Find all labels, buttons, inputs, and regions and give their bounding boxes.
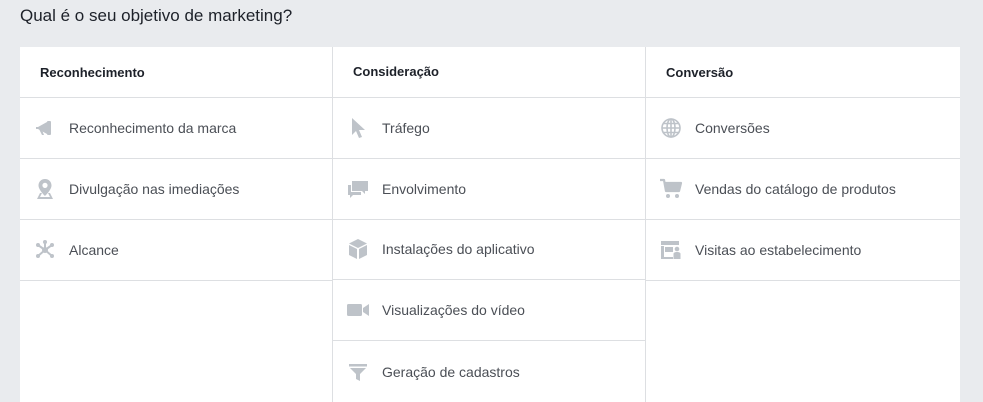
objective-engagement[interactable]: Envolvimento xyxy=(333,159,645,220)
video-camera-icon xyxy=(345,297,371,323)
column-conversion: Conversão Conversões Vendas do catálogo … xyxy=(646,47,960,402)
objective-app-installs[interactable]: Instalações do aplicativo xyxy=(333,220,645,281)
objective-lead-generation[interactable]: Geração de cadastros xyxy=(333,341,645,402)
location-pin-icon xyxy=(32,176,58,202)
objective-label: Divulgação nas imediações xyxy=(69,181,240,197)
column-header-conversion: Conversão xyxy=(646,47,960,98)
network-icon xyxy=(32,237,58,263)
objective-traffic[interactable]: Tráfego xyxy=(333,98,645,159)
store-icon xyxy=(658,237,684,263)
objective-label: Instalações do aplicativo xyxy=(382,241,535,258)
page-title: Qual é o seu objetivo de marketing? xyxy=(20,6,293,25)
objective-brand-awareness[interactable]: Reconhecimento da marca xyxy=(20,98,332,159)
objective-label: Visitas ao estabelecimento xyxy=(695,242,862,258)
globe-icon xyxy=(658,115,684,141)
objective-label: Vendas do catálogo de produtos xyxy=(695,181,896,197)
objectives-panel: Reconhecimento Reconhecimento da marca D… xyxy=(20,47,960,402)
chat-bubbles-icon xyxy=(345,176,371,202)
column-awareness: Reconhecimento Reconhecimento da marca D… xyxy=(20,47,333,402)
objective-reach[interactable]: Alcance xyxy=(20,220,332,281)
box-icon xyxy=(345,236,371,262)
megaphone-icon xyxy=(32,115,58,141)
objective-label: Envolvimento xyxy=(382,180,467,197)
objective-label: Alcance xyxy=(69,242,119,258)
shopping-cart-icon xyxy=(658,176,684,202)
objective-local-awareness[interactable]: Divulgação nas imediações xyxy=(20,159,332,220)
objective-label: Geração de cadastros xyxy=(382,363,520,380)
column-consideration: Consideração Tráfego Envolvimento Instal… xyxy=(333,47,646,402)
cursor-icon xyxy=(345,115,371,141)
objective-video-views[interactable]: Visualizações do vídeo xyxy=(333,280,645,342)
objective-conversions[interactable]: Conversões xyxy=(646,98,960,159)
column-header-consideration: Consideração xyxy=(333,47,645,98)
objective-label: Tráfego xyxy=(382,119,430,136)
objective-label: Visualizações do vídeo xyxy=(382,302,525,319)
objective-store-visits[interactable]: Visitas ao estabelecimento xyxy=(646,220,960,281)
objective-label: Reconhecimento da marca xyxy=(69,120,237,136)
funnel-icon xyxy=(345,359,371,385)
objective-catalog-sales[interactable]: Vendas do catálogo de produtos xyxy=(646,159,960,220)
objective-label: Conversões xyxy=(695,120,770,136)
column-header-awareness: Reconhecimento xyxy=(20,47,332,98)
